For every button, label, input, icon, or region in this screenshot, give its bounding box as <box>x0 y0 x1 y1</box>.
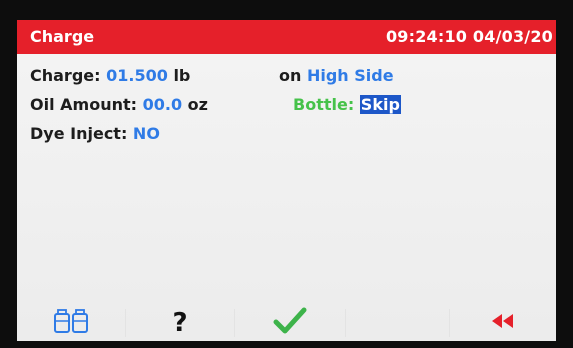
oil-amount-row: Oil Amount: 00.0 oz <box>30 95 208 114</box>
back-button[interactable] <box>450 305 556 341</box>
bottles-button[interactable] <box>17 305 125 341</box>
side-prefix: on <box>279 66 302 85</box>
side-row: on High Side <box>279 66 394 85</box>
toolbar-divider <box>345 309 346 337</box>
help-button[interactable]: ? <box>126 305 234 341</box>
page-title: Charge <box>30 27 95 46</box>
charge-unit: lb <box>173 66 191 85</box>
checkmark-icon <box>273 307 307 339</box>
dye-inject-row: Dye Inject: NO <box>30 124 160 143</box>
bottle-value[interactable]: Skip <box>359 95 401 114</box>
title-bar: Charge 09:24:10 04/03/20 <box>17 20 556 54</box>
bottom-toolbar: ? <box>17 305 556 341</box>
back-icon <box>491 313 515 333</box>
dye-inject-label: Dye Inject: <box>30 124 128 143</box>
help-icon: ? <box>172 308 188 338</box>
oil-amount-label: Oil Amount: <box>30 95 138 114</box>
bottles-icon <box>52 308 90 338</box>
dye-inject-value[interactable]: NO <box>133 124 160 143</box>
bottle-label: Bottle: <box>293 95 355 114</box>
datetime-display: 09:24:10 04/03/20 <box>385 27 553 46</box>
charge-label: Charge: <box>30 66 101 85</box>
bottle-row: Bottle: Skip <box>293 95 401 114</box>
confirm-button[interactable] <box>235 305 345 341</box>
screen: Charge 09:24:10 04/03/20 Charge: 01.500 … <box>17 20 556 341</box>
oil-amount-unit: oz <box>187 95 208 114</box>
device-bezel: Charge 09:24:10 04/03/20 Charge: 01.500 … <box>0 0 573 348</box>
charge-value[interactable]: 01.500 <box>106 66 168 85</box>
oil-amount-value[interactable]: 00.0 <box>143 95 182 114</box>
side-value[interactable]: High Side <box>307 66 394 85</box>
charge-row: Charge: 01.500 lb <box>30 66 190 85</box>
